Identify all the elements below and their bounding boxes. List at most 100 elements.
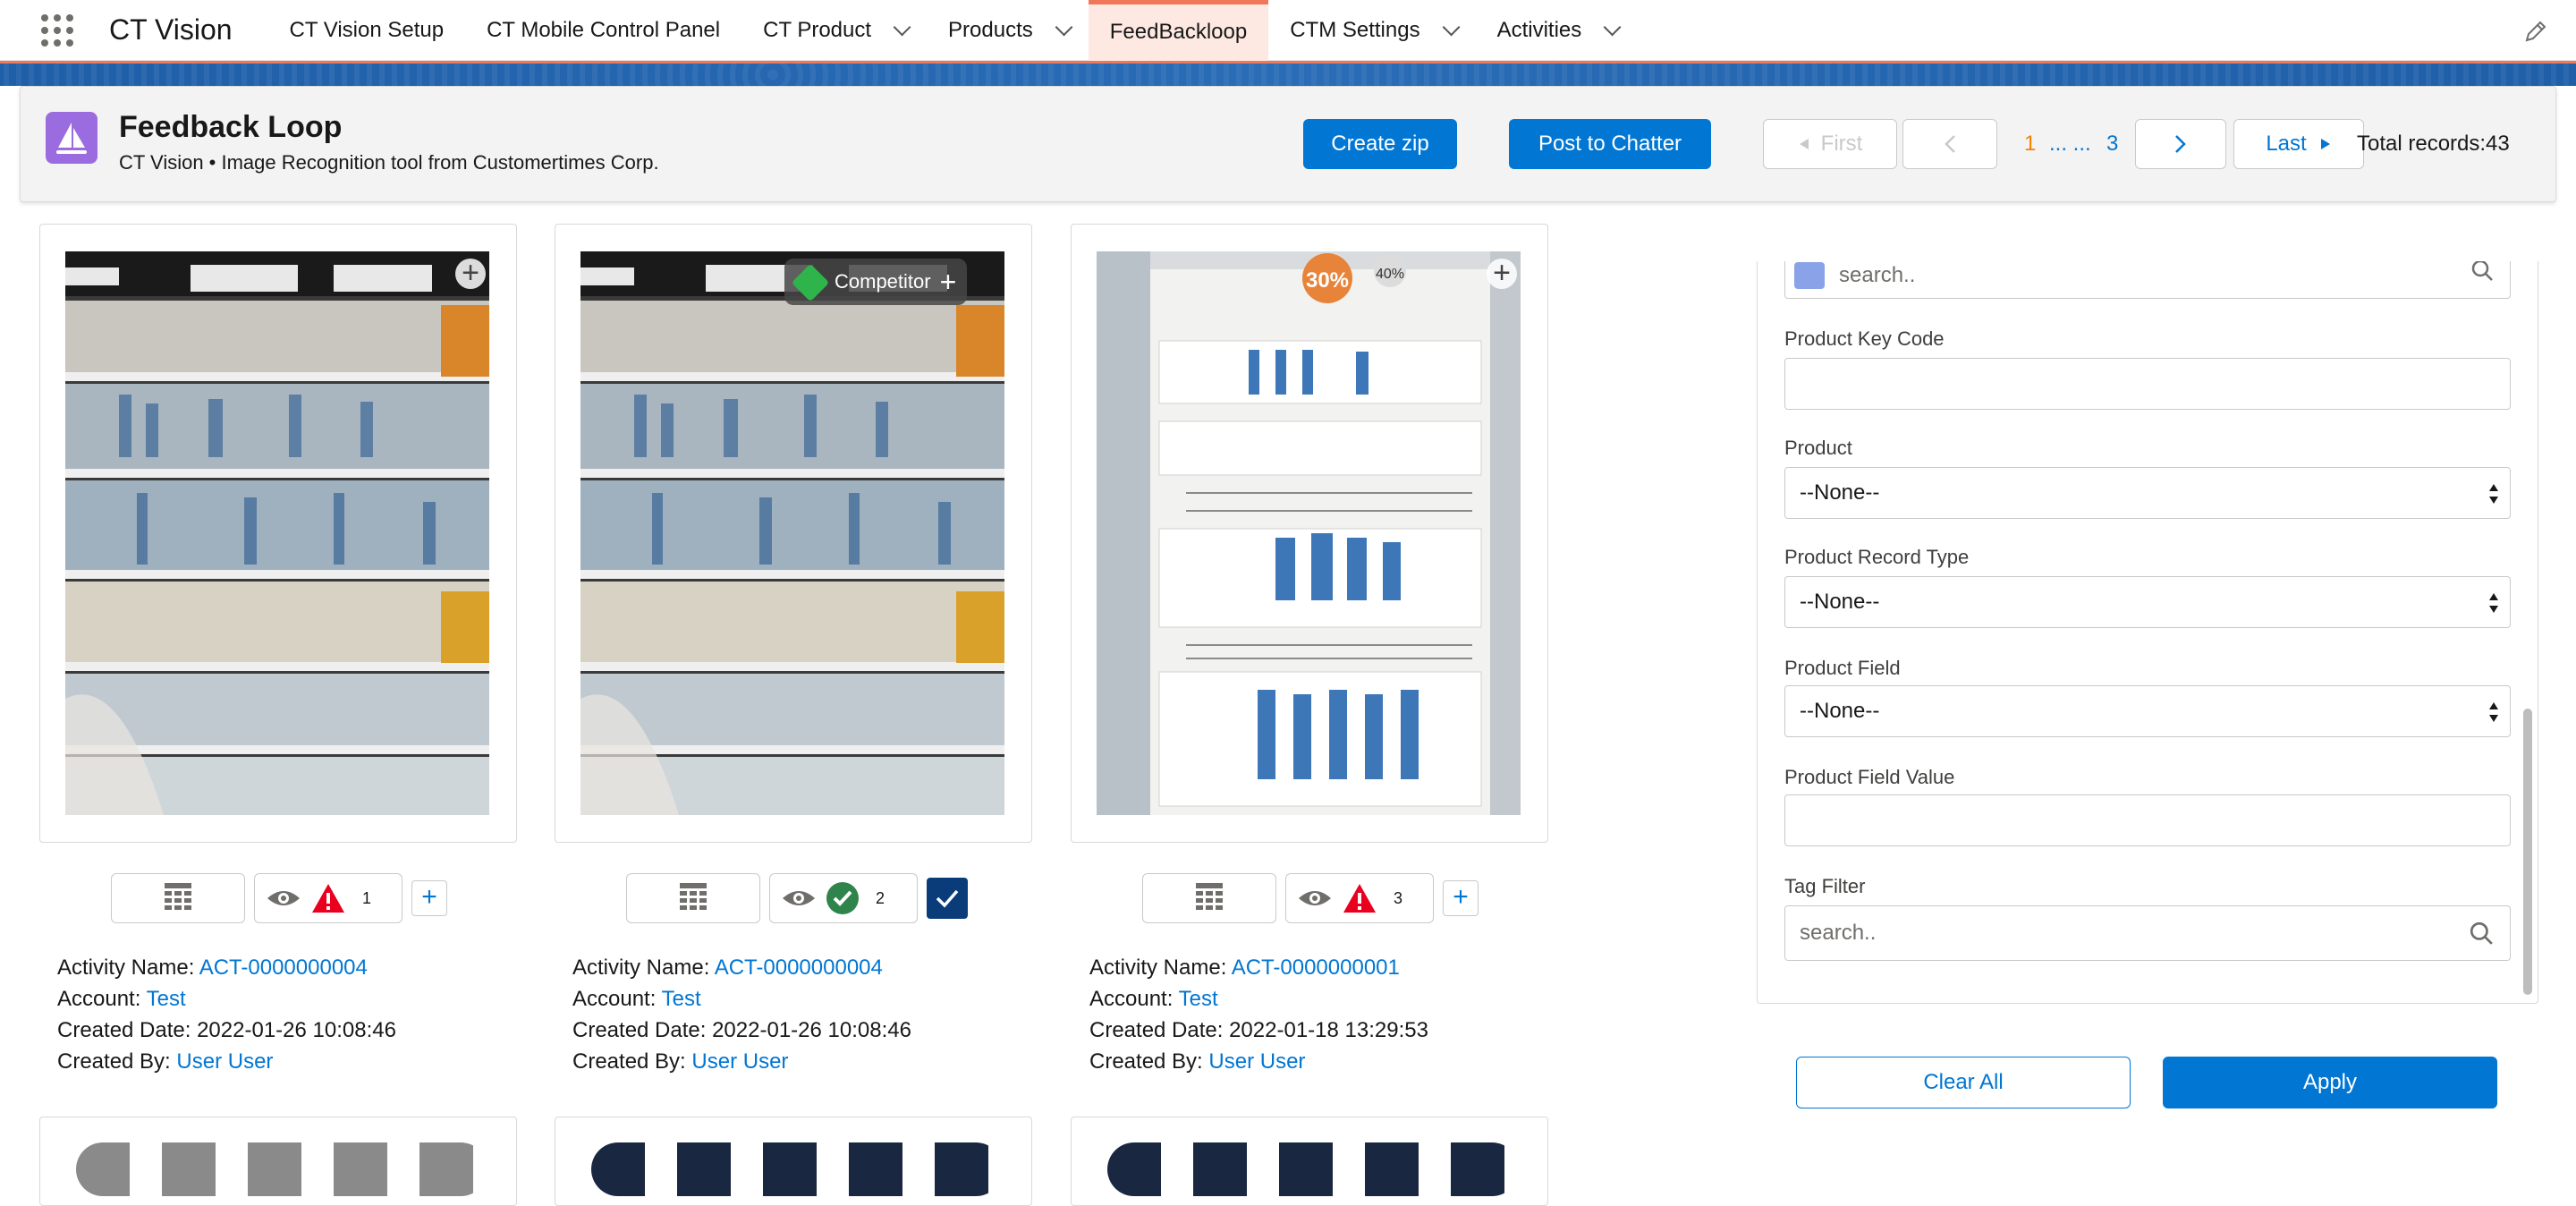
brand-band [0, 61, 2576, 86]
first-page-button[interactable]: First [1763, 119, 1897, 169]
display-photo[interactable]: 30% 40% + [1097, 251, 1521, 815]
select-checkbox[interactable] [927, 878, 968, 919]
product-select[interactable]: --None-- [1784, 467, 2511, 519]
first-page-label: First [1820, 132, 1863, 156]
nav-item-ct-mobile-control-panel[interactable]: CT Mobile Control Panel [465, 0, 741, 61]
warning-icon [312, 884, 344, 913]
created-by-label: Created By: [1089, 1049, 1209, 1074]
created-date: Created Date: 2022-01-18 13:29:53 [1089, 1018, 1428, 1042]
product-field-select[interactable]: --None-- [1784, 685, 2511, 737]
created-by-label: Created By: [572, 1049, 692, 1074]
created-date: Created Date: 2022-01-26 10:08:46 [572, 1018, 911, 1042]
account-link[interactable]: Test [1179, 987, 1218, 1011]
select-arrows-icon [2489, 702, 2498, 722]
nav-item-ctm-settings[interactable]: CTM Settings [1268, 0, 1475, 61]
eye-icon [783, 891, 815, 905]
created-by-link[interactable]: User User [176, 1049, 273, 1074]
chevron-down-icon[interactable] [1442, 18, 1461, 36]
tag-filter-input[interactable]: search.. [1784, 905, 2511, 961]
nav-item-activities[interactable]: Activities [1476, 0, 1638, 61]
app-launcher-icon[interactable] [39, 13, 75, 48]
discount-badge-secondary: 40% [1376, 267, 1404, 282]
chevron-down-icon[interactable] [893, 18, 911, 36]
total-records: Total records:43 [2357, 132, 2510, 156]
account-label: Account: [1089, 987, 1179, 1011]
post-to-chatter-button[interactable]: Post to Chatter [1509, 119, 1711, 169]
competitor-tag[interactable]: Competitor + [784, 259, 968, 305]
view-status-button[interactable]: 3 [1285, 873, 1434, 923]
nav-item-ct-vision-setup[interactable]: CT Vision Setup [268, 0, 466, 61]
table-view-button[interactable] [1142, 873, 1276, 923]
view-status-button[interactable]: 1 [254, 873, 402, 923]
product-field-value-input[interactable] [1784, 794, 2511, 846]
last-page-button[interactable]: Last [2233, 119, 2364, 169]
add-button[interactable]: + [1443, 880, 1479, 916]
check-icon [936, 889, 959, 908]
warning-icon [1343, 884, 1376, 913]
page-title: Feedback Loop [119, 110, 343, 144]
eye-icon [1299, 891, 1331, 905]
page-link-last[interactable]: 3 [2106, 132, 2118, 157]
page-header: Feedback Loop CT Vision • Image Recognit… [20, 86, 2556, 202]
nav-item-ct-product[interactable]: CT Product [741, 0, 927, 61]
created-by-link[interactable]: User User [1208, 1049, 1305, 1074]
product-field-value: --None-- [1800, 699, 1880, 723]
card-meta: Activity Name: ACT-0000000004 Account: T… [572, 952, 911, 1077]
shelf-photo[interactable] [580, 251, 1004, 815]
prev-page-button[interactable] [1902, 119, 1997, 169]
created-by-label: Created By: [57, 1049, 177, 1074]
nav-item-label: CT Mobile Control Panel [487, 17, 721, 42]
product-key-code-input[interactable] [1784, 358, 2511, 410]
table-grid-icon [680, 883, 707, 910]
top-search-input[interactable]: search.. [1784, 261, 2511, 299]
discount-badge: 30% [1306, 268, 1349, 293]
display-stand-image: 30% 40% [1097, 251, 1521, 815]
filter-panel: search.. Product Key Code Product --None… [1757, 261, 2538, 1004]
account-label: Account: [572, 987, 662, 1011]
shelf-image [580, 251, 1004, 815]
global-nav: CT Vision CT Vision Setup CT Mobile Cont… [0, 0, 2576, 61]
create-zip-button[interactable]: Create zip [1303, 119, 1457, 169]
product-record-type-select[interactable]: --None-- [1784, 576, 2511, 628]
tag-label: Competitor [835, 270, 931, 293]
page-link-current[interactable]: 1 [2024, 132, 2036, 157]
nav-item-feedbackloop[interactable]: FeedBackloop [1088, 0, 1269, 61]
next-page-button[interactable] [2135, 119, 2226, 169]
product-label: Product [1784, 437, 1852, 459]
edit-nav-pencil-icon[interactable] [2522, 18, 2549, 45]
nav-item-label: CT Product [763, 17, 872, 42]
created-by-link[interactable]: User User [691, 1049, 788, 1074]
account-link[interactable]: Test [147, 987, 186, 1011]
chevron-down-icon[interactable] [1055, 18, 1073, 36]
shelf-image [65, 251, 489, 815]
card-meta: Activity Name: ACT-0000000001 Account: T… [1089, 952, 1428, 1077]
page-ellipsis: ... ... [2049, 132, 2091, 156]
add-tag-plus-icon[interactable]: + [940, 266, 957, 299]
search-icon [2471, 261, 2493, 281]
activity-link[interactable]: ACT-0000000004 [199, 955, 368, 980]
activity-link[interactable]: ACT-0000000001 [1232, 955, 1400, 980]
tag-filter-label: Tag Filter [1784, 875, 1866, 897]
product-record-type-label: Product Record Type [1784, 546, 1970, 568]
success-check-icon [826, 882, 859, 914]
filter-scrollbar[interactable] [2523, 709, 2532, 995]
shelf-photo[interactable]: + [65, 251, 489, 815]
add-tag-plus-icon[interactable]: + [1487, 258, 1517, 289]
clear-all-button[interactable]: Clear All [1796, 1057, 2131, 1108]
account-link[interactable]: Test [662, 987, 701, 1011]
add-tag-plus-icon[interactable]: + [455, 258, 486, 289]
image-card: Competitor + [555, 224, 1032, 843]
view-status-button[interactable]: 2 [769, 873, 918, 923]
activity-link[interactable]: ACT-0000000004 [715, 955, 883, 980]
table-view-button[interactable] [626, 873, 760, 923]
nav-item-products[interactable]: Products [927, 0, 1089, 61]
tag-icon [791, 263, 830, 302]
activity-name-label: Activity Name: [572, 955, 715, 980]
apply-button[interactable]: Apply [2163, 1057, 2497, 1108]
triangle-left-icon [1799, 139, 1809, 149]
card-toolbar: 1 + [111, 873, 447, 923]
add-button[interactable]: + [411, 880, 447, 916]
table-view-button[interactable] [111, 873, 245, 923]
chevron-down-icon[interactable] [1603, 18, 1622, 36]
last-page-label: Last [2266, 132, 2307, 156]
